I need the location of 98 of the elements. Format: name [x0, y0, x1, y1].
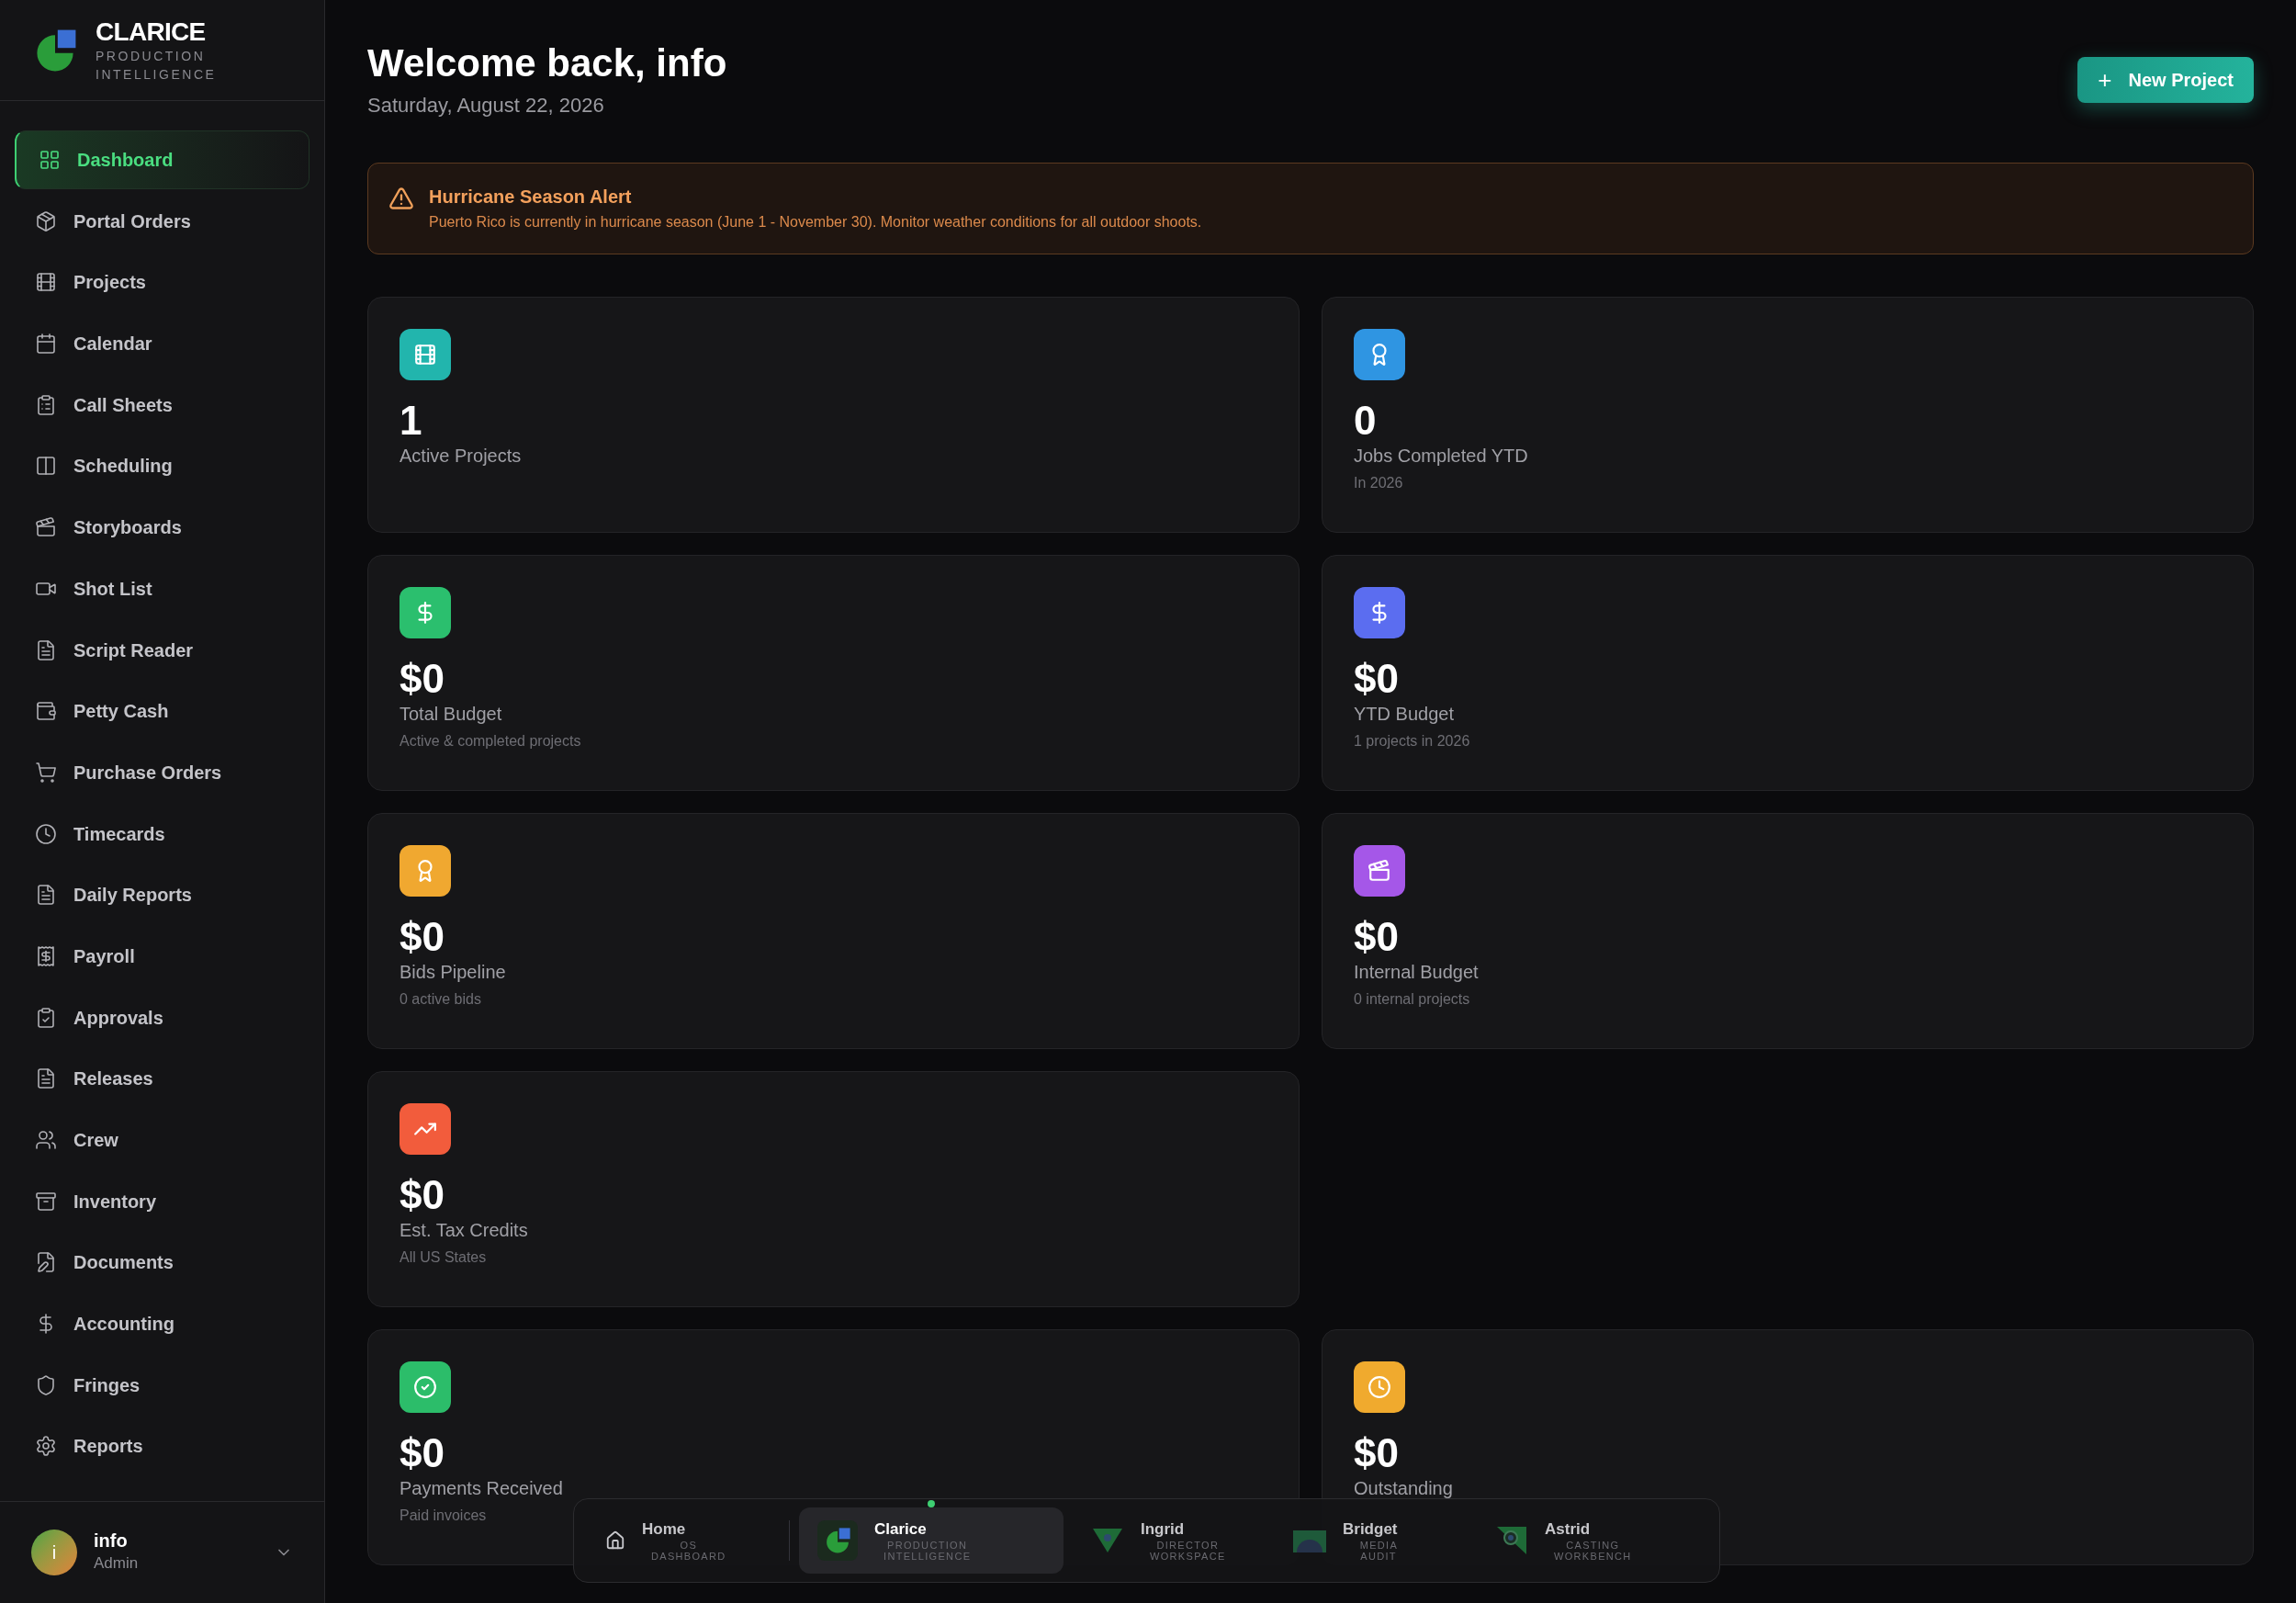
stat-label: Jobs Completed YTD	[1354, 445, 1528, 467]
stat-subtext: 0 active bids	[400, 990, 481, 1009]
sidebar-item[interactable]: Inventory	[15, 1171, 310, 1231]
archive-icon	[35, 1190, 57, 1213]
stat-value: $0	[400, 1431, 445, 1475]
dock-app-name: Ingrid	[1141, 1519, 1186, 1540]
sidebar-item[interactable]: Daily Reports	[15, 865, 310, 925]
alert-message: Puerto Rico is currently in hurricane season (June 1 - November 30). Monitor weather conditions for all outdoor shoots.	[429, 213, 1202, 231]
stat-value: $0	[400, 1173, 445, 1217]
stat-subtext: All US States	[400, 1248, 487, 1267]
lens-logo-icon	[1495, 1525, 1528, 1556]
dock-app-subtitle: PRODUCTION INTELLIGENCE	[884, 1540, 972, 1562]
stat-value: 0	[1354, 399, 1377, 443]
check-circle-icon	[413, 1375, 437, 1399]
calendar-icon	[35, 333, 57, 356]
sidebar-item[interactable]: Reports	[15, 1417, 310, 1476]
sidebar-item[interactable]: Payroll	[15, 926, 310, 986]
stat-label: Active Projects	[400, 445, 522, 467]
clock-icon	[35, 822, 57, 845]
cart-icon	[35, 761, 57, 784]
sidebar-item[interactable]: Script Reader	[15, 620, 310, 680]
user-role: Admin	[94, 1553, 140, 1575]
users-icon	[35, 1129, 57, 1151]
dock-app-subtitle: OS DASHBOARD	[651, 1540, 726, 1562]
page-date: Saturday, August 22, 2026	[367, 93, 605, 119]
warning-icon	[388, 186, 414, 211]
brand-tagline: PRODUCTION INTELLIGENCE	[96, 47, 217, 84]
sidebar-item[interactable]: Fringes	[15, 1355, 310, 1415]
document-icon	[35, 884, 57, 907]
sidebar-item[interactable]: Purchase Orders	[15, 742, 310, 802]
sidebar-item[interactable]: Accounting	[15, 1294, 310, 1354]
document-edit-icon	[35, 1251, 57, 1274]
stat-subtext: In 2026	[1354, 474, 1403, 492]
sidebar-item[interactable]: Timecards	[15, 804, 310, 864]
alert-title: Hurricane Season Alert	[429, 186, 633, 208]
dock-app-subtitle: MEDIA AUDIT	[1359, 1540, 1398, 1562]
stat-label: Est. Tax Credits	[400, 1219, 528, 1241]
home-icon	[605, 1530, 625, 1551]
stat-value: $0	[400, 915, 445, 959]
film-icon	[35, 271, 57, 294]
sidebar-item[interactable]: Projects	[15, 253, 310, 312]
stat-label: Total Budget	[400, 703, 502, 725]
stat-value: $0	[1354, 1431, 1399, 1475]
stat-value: 1	[400, 399, 422, 443]
stat-subtext: Paid invoices	[400, 1507, 487, 1525]
clapperboard-icon	[35, 516, 57, 539]
dashboard-icon	[39, 149, 61, 171]
document-icon	[35, 1067, 57, 1090]
sidebar-item[interactable]: Storyboards	[15, 498, 310, 558]
stat-subtext: Active & completed projects	[400, 732, 581, 751]
dock-app[interactable]: Home OS DASHBOARD	[587, 1507, 780, 1574]
page-title: Welcome back, info	[367, 40, 727, 86]
sidebar-item[interactable]: Documents	[15, 1233, 310, 1293]
settings-icon	[35, 1435, 57, 1458]
stat-label: Payments Received	[400, 1477, 563, 1499]
sidebar-item[interactable]: Dashboard	[15, 130, 310, 189]
stat-value: $0	[400, 657, 445, 701]
package-icon	[35, 209, 57, 232]
clock-icon	[1367, 1375, 1391, 1399]
stat-label: Outstanding	[1354, 1477, 1453, 1499]
sidebar-item[interactable]: Calendar	[15, 314, 310, 374]
brand-name: CLARICE	[96, 17, 207, 47]
wallet-icon	[35, 700, 57, 723]
triangle-logo-icon	[1091, 1527, 1124, 1554]
dock-app[interactable]: Ingrid DIRECTOR WORKSPACE	[1073, 1507, 1266, 1574]
stat-value: $0	[1354, 915, 1399, 959]
film-icon	[413, 343, 437, 367]
dock-app[interactable]: Bridget MEDIA AUDIT	[1275, 1507, 1468, 1574]
sidebar-item[interactable]: Releases	[15, 1049, 310, 1109]
stat-label: YTD Budget	[1354, 703, 1454, 725]
sidebar-item[interactable]: Portal Orders	[15, 191, 310, 251]
receipt-icon	[35, 944, 57, 967]
sidebar-item[interactable]: Shot List	[15, 559, 310, 618]
stat-value: $0	[1354, 657, 1399, 701]
sidebar-item[interactable]: Petty Cash	[15, 682, 310, 741]
dock-app-name: Clarice	[874, 1519, 928, 1540]
document-icon	[35, 638, 57, 661]
sidebar-item[interactable]: Call Sheets	[15, 375, 310, 435]
columns-icon	[35, 455, 57, 478]
stat-subtext: 1 projects in 2026	[1354, 732, 1470, 751]
sidebar-item[interactable]: Scheduling	[15, 436, 310, 496]
dock-app-subtitle: DIRECTOR WORKSPACE	[1150, 1540, 1226, 1562]
clipboard-icon	[35, 393, 57, 416]
stat-label: Internal Budget	[1354, 961, 1479, 983]
clipboard-check-icon	[35, 1006, 57, 1029]
dock-app[interactable]: Astrid CASTING WORKBENCH	[1477, 1507, 1670, 1574]
shield-icon	[35, 1373, 57, 1396]
user-name: info	[94, 1530, 129, 1552]
sidebar-item[interactable]: Crew	[15, 1111, 310, 1169]
stat-subtext: 0 internal projects	[1354, 990, 1470, 1009]
dock-app-subtitle: CASTING WORKBENCH	[1554, 1540, 1632, 1562]
dock-app-name: Bridget	[1343, 1519, 1398, 1540]
clapperboard-icon	[1367, 859, 1391, 883]
stat-label: Bids Pipeline	[400, 961, 506, 983]
dock-app-name: Home	[642, 1519, 687, 1540]
dock-app[interactable]: Clarice PRODUCTION INTELLIGENCE	[799, 1507, 1064, 1574]
dock-app-name: Astrid	[1545, 1519, 1592, 1540]
sidebar-item[interactable]: Approvals	[15, 988, 310, 1047]
